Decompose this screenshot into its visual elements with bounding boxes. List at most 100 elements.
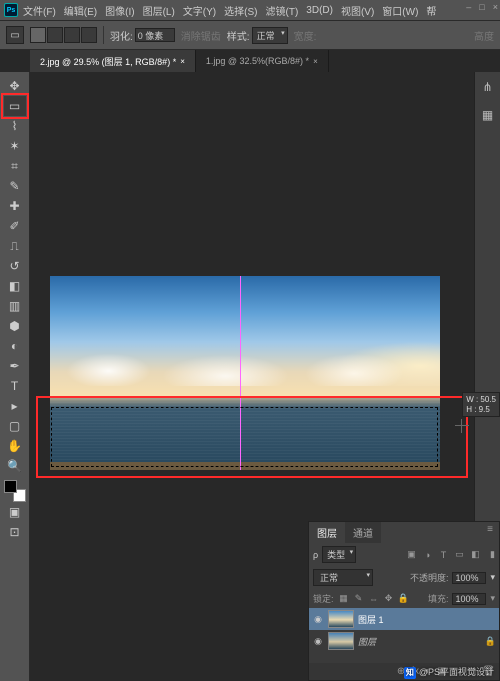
lock-icon-2[interactable]: ⇔ — [368, 593, 380, 605]
window-minimize-icon[interactable]: – — [466, 2, 471, 12]
eraser-tool[interactable]: ◧ — [4, 276, 26, 296]
style-dropdown[interactable]: 正常 — [252, 27, 288, 44]
foreground-color-swatch[interactable] — [4, 480, 17, 493]
layer-filter-icon-3[interactable]: ▭ — [453, 548, 466, 561]
lock-icon-4[interactable]: 🔒 — [398, 593, 410, 605]
panel-tab-layers[interactable]: 图层 — [309, 522, 345, 543]
tools-toolbar: ✥▭⌇✶⌗✎✚✐⎍↺◧▥⬢◐✒T▸▢✋🔍 ▣⊡ — [0, 72, 30, 681]
path-select-tool[interactable]: ▸ — [4, 396, 26, 416]
layer-thumbnail[interactable] — [328, 610, 354, 628]
document-tab[interactable]: 1.jpg @ 32.5%(RGB/8#) * × — [196, 50, 329, 72]
layer-filter-icon-4[interactable]: ◧ — [469, 548, 482, 561]
width-label: 宽度: — [294, 28, 317, 43]
lock-icon-0[interactable]: ▦ — [338, 593, 350, 605]
selection-mode-new-icon[interactable] — [30, 27, 46, 43]
visibility-eye-icon[interactable]: ◉ — [312, 636, 324, 647]
screenmode-icon[interactable]: ⊡ — [4, 522, 26, 542]
marquee-tool[interactable]: ▭ — [4, 96, 26, 116]
layer-filter-icon-1[interactable]: ◑ — [421, 548, 434, 561]
image-clouds — [50, 336, 440, 386]
opacity-input[interactable] — [452, 572, 486, 584]
layers-bottom-icon-4[interactable]: ▭ — [453, 666, 462, 677]
visibility-eye-icon[interactable]: ◉ — [312, 614, 324, 625]
layers-bottom-icon-2[interactable]: ◐ — [425, 666, 431, 677]
move-tool[interactable]: ✥ — [4, 76, 26, 96]
menu-select[interactable]: 选择(S) — [221, 1, 260, 20]
layer-row-background[interactable]: ◉ 图层 🔒 — [309, 630, 499, 652]
crop-tool[interactable]: ⌗ — [4, 156, 26, 176]
layer-name[interactable]: 图层 — [358, 635, 376, 648]
tool-preset-icon[interactable]: ▭ — [6, 26, 24, 44]
gradient-tool[interactable]: ▥ — [4, 296, 26, 316]
tooltip-height: H : 9.5 — [466, 405, 496, 415]
menu-file[interactable]: 文件(F) — [20, 1, 59, 20]
menu-window[interactable]: 窗口(W) — [379, 1, 421, 20]
opacity-dropdown-icon[interactable]: ▾ — [490, 572, 495, 583]
tab-close-icon[interactable]: × — [180, 57, 185, 66]
document-tab-active[interactable]: 2.jpg @ 29.5% (图层 1, RGB/8#) * × — [30, 50, 196, 72]
lasso-tool[interactable]: ⌇ — [4, 116, 26, 136]
layer-row[interactable]: ◉ 图层 1 — [309, 608, 499, 630]
brush-tool[interactable]: ✐ — [4, 216, 26, 236]
blur-tool[interactable]: ⬢ — [4, 316, 26, 336]
window-maximize-icon[interactable]: □ — [479, 2, 484, 12]
layers-bottom-icon-0[interactable]: ⊕ — [397, 666, 405, 677]
dodge-tool[interactable]: ◐ — [4, 336, 26, 356]
layer-thumbnail[interactable] — [328, 632, 354, 650]
layer-filter-icon-0[interactable]: ▣ — [405, 548, 418, 561]
selection-mode-add-icon[interactable] — [47, 27, 63, 43]
fill-label: 填充: — [428, 592, 449, 605]
separator — [103, 26, 104, 44]
menu-help[interactable]: 帮 — [423, 1, 439, 20]
menu-image[interactable]: 图像(I) — [102, 1, 137, 20]
rectangle-shape-tool[interactable]: ▢ — [4, 416, 26, 436]
layers-panel-tabs: 图层 通道 ≡ — [309, 522, 499, 543]
window-close-icon[interactable]: × — [493, 2, 498, 12]
fill-input[interactable] — [452, 593, 486, 605]
layers-bottom-icon-5[interactable]: ◻ — [468, 666, 476, 677]
fill-dropdown-icon[interactable]: ▾ — [490, 593, 495, 604]
menu-view[interactable]: 视图(V) — [338, 1, 377, 20]
layer-filter-row: ρ 类型 ▣◑T▭◧ ▮ — [309, 543, 499, 566]
history-brush-tool[interactable]: ↺ — [4, 256, 26, 276]
tab-title: 2.jpg @ 29.5% (图层 1, RGB/8#) * — [40, 55, 176, 68]
marquee-selection[interactable] — [51, 407, 438, 467]
quickmask-icon[interactable]: ▣ — [4, 502, 26, 522]
magic-wand-tool[interactable]: ✶ — [4, 136, 26, 156]
menu-layer[interactable]: 图层(L) — [140, 1, 178, 20]
feather-input[interactable] — [135, 28, 175, 42]
menu-type[interactable]: 文字(Y) — [180, 1, 219, 20]
layer-filter-icon-2[interactable]: T — [437, 548, 450, 561]
menu-edit[interactable]: 编辑(E) — [61, 1, 100, 20]
hand-tool[interactable]: ✋ — [4, 436, 26, 456]
eyedropper-tool[interactable]: ✎ — [4, 176, 26, 196]
type-tool[interactable]: T — [4, 376, 26, 396]
layers-bottom-icon-1[interactable]: fx — [411, 666, 419, 677]
color-swatches[interactable] — [4, 480, 26, 502]
lock-icon-1[interactable]: ✎ — [353, 593, 365, 605]
selection-mode-group — [30, 27, 97, 43]
layer-name[interactable]: 图层 1 — [358, 613, 384, 626]
zoom-tool[interactable]: 🔍 — [4, 456, 26, 476]
panel-tab-channels[interactable]: 通道 — [345, 522, 381, 543]
layers-bottom-icon-6[interactable]: 🗑 — [482, 666, 495, 677]
node-panel-icon[interactable]: ⋔ — [479, 78, 497, 96]
pen-tool[interactable]: ✒ — [4, 356, 26, 376]
clone-stamp-tool[interactable]: ⎍ — [4, 236, 26, 256]
menu-filter[interactable]: 滤镜(T) — [263, 1, 302, 20]
filter-toggle-icon[interactable]: ▮ — [490, 549, 495, 560]
feather-field: 羽化: — [110, 28, 175, 43]
selection-mode-intersect-icon[interactable] — [81, 27, 97, 43]
healing-brush-tool[interactable]: ✚ — [4, 196, 26, 216]
panel-menu-icon[interactable]: ≡ — [481, 522, 499, 543]
swatches-panel-icon[interactable]: ▦ — [479, 106, 497, 124]
selection-mode-subtract-icon[interactable] — [64, 27, 80, 43]
layer-lock-icon: 🔒 — [485, 636, 496, 647]
tab-close-icon[interactable]: × — [313, 57, 318, 66]
lock-icon-3[interactable]: ✥ — [383, 593, 395, 605]
menu-3d[interactable]: 3D(D) — [303, 3, 336, 18]
feather-label: 羽化: — [110, 28, 133, 43]
blend-mode-dropdown[interactable]: 正常 — [313, 569, 373, 586]
layers-bottom-icon-3[interactable]: ▣ — [437, 666, 446, 677]
layer-filter-type-dropdown[interactable]: 类型 — [322, 546, 356, 563]
